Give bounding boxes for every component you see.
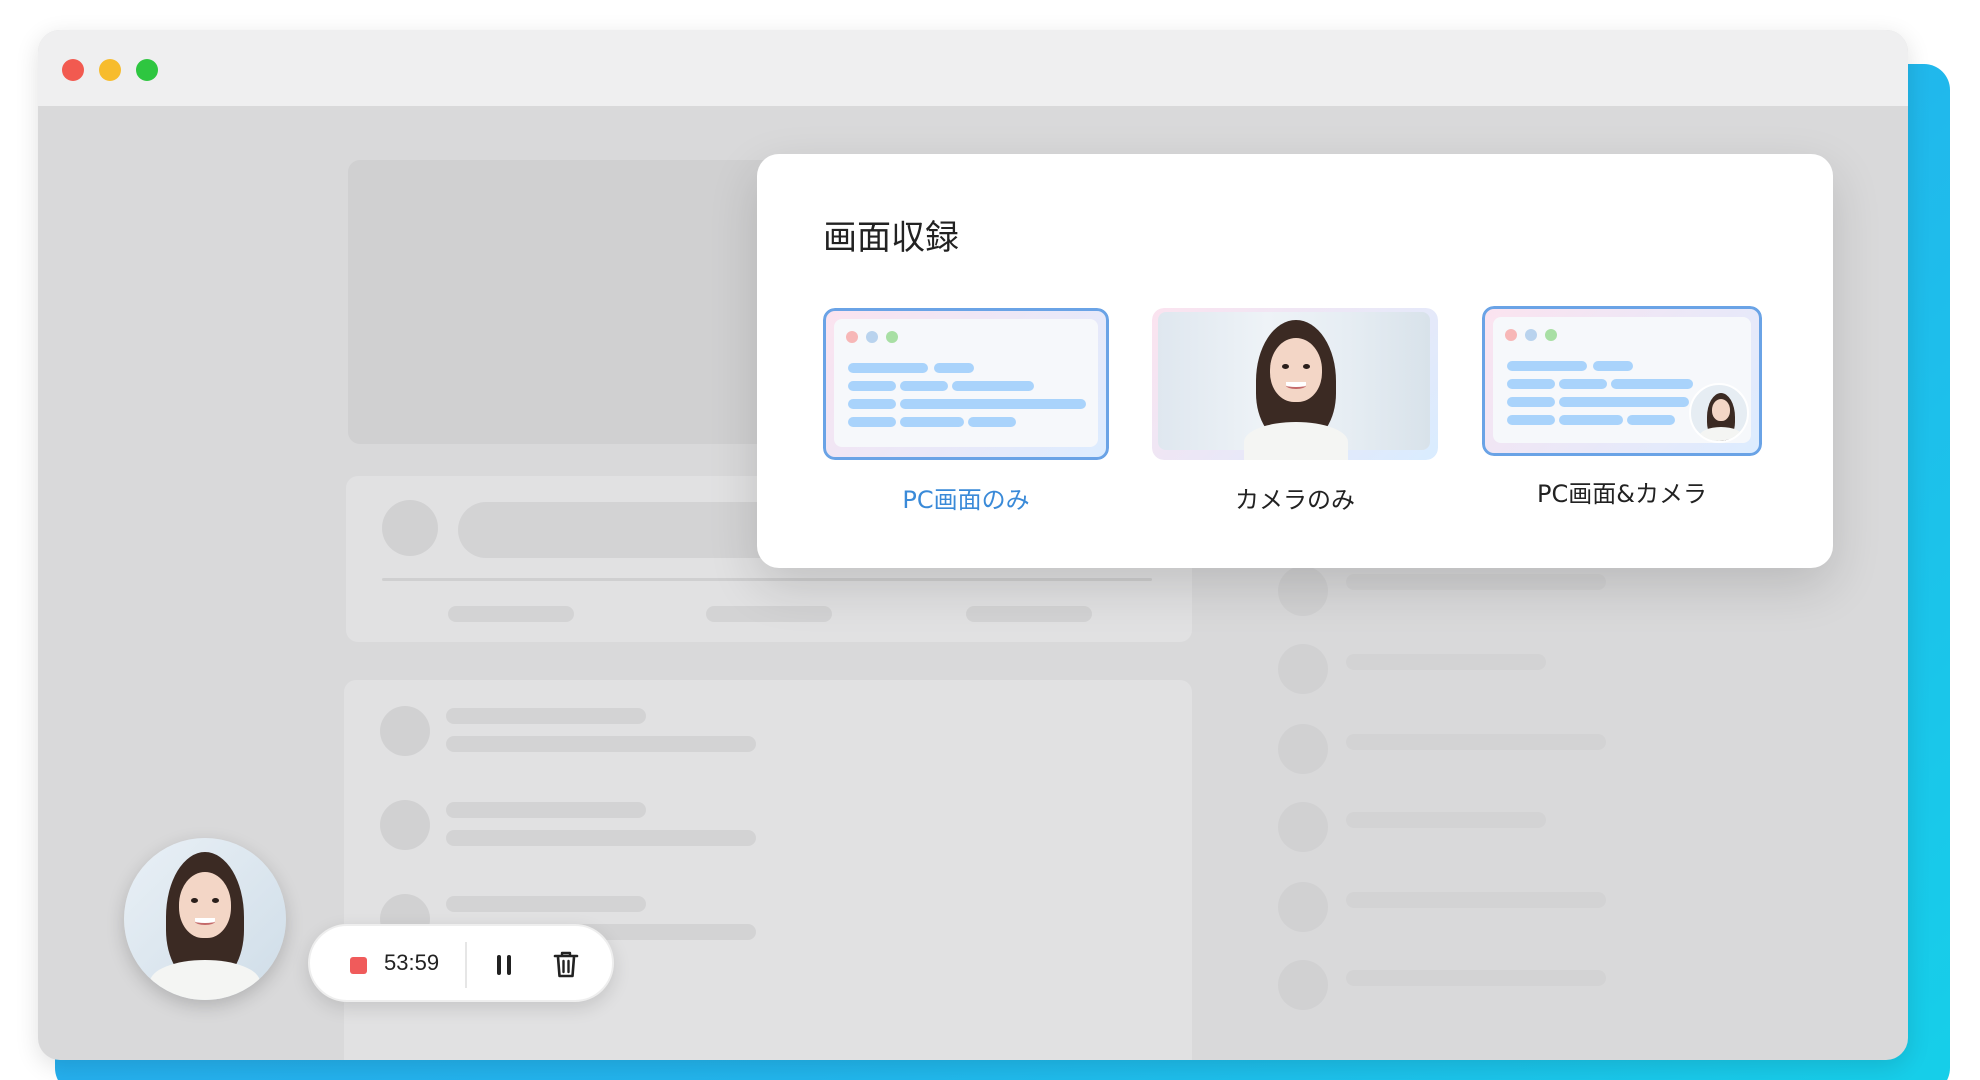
- placeholder-line: [1346, 574, 1606, 590]
- camera-avatar[interactable]: [124, 838, 286, 1000]
- preview-line: [1507, 397, 1555, 407]
- preview-line: [1593, 361, 1633, 371]
- option-label-pc-screen-and-camera[interactable]: PC画面&カメラ: [1472, 474, 1772, 509]
- preview-dot: [1505, 329, 1517, 341]
- placeholder-line: [1346, 734, 1606, 750]
- dialog-title: 画面収録: [823, 218, 959, 258]
- preview-line: [900, 417, 964, 427]
- option-pc-screen-and-camera[interactable]: [1482, 306, 1762, 456]
- maximize-dot[interactable]: [136, 59, 158, 81]
- placeholder-line: [1346, 970, 1606, 986]
- preview-dot: [866, 331, 878, 343]
- option-pc-screen-only[interactable]: [823, 308, 1109, 460]
- preview-line: [1611, 379, 1693, 389]
- option-label-pc-screen-only[interactable]: PC画面のみ: [816, 480, 1116, 515]
- preview-line: [934, 363, 974, 373]
- pause-icon[interactable]: [494, 955, 514, 975]
- placeholder-line: [446, 736, 756, 752]
- placeholder-line: [446, 896, 646, 912]
- placeholder-avatar: [1278, 802, 1328, 852]
- preview-dot: [1545, 329, 1557, 341]
- preview-line: [968, 417, 1016, 427]
- placeholder-avatar: [380, 706, 430, 756]
- preview-line: [848, 417, 896, 427]
- preview-line: [1507, 379, 1555, 389]
- placeholder-divider: [382, 578, 1152, 581]
- person-image: [148, 852, 262, 1000]
- preview-line: [1559, 397, 1689, 407]
- option-label-camera-only[interactable]: カメラのみ: [1145, 480, 1445, 515]
- record-icon[interactable]: [350, 957, 367, 974]
- preview-dot: [1525, 329, 1537, 341]
- placeholder-line: [1346, 654, 1546, 670]
- placeholder-avatar: [1278, 644, 1328, 694]
- option-frame: [1482, 306, 1762, 456]
- preview-line: [1507, 415, 1555, 425]
- preview-dot: [886, 331, 898, 343]
- placeholder-line: [706, 606, 832, 622]
- screen-preview: [834, 319, 1098, 447]
- preview-line: [1627, 415, 1675, 425]
- recording-toolbar: 53:59: [308, 924, 614, 1002]
- placeholder-avatar: [1278, 960, 1328, 1010]
- preview-line: [848, 399, 896, 409]
- placeholder-line: [1346, 892, 1606, 908]
- close-dot[interactable]: [62, 59, 84, 81]
- trash-icon[interactable]: [552, 949, 580, 979]
- placeholder-avatar: [1278, 882, 1328, 932]
- placeholder-line: [966, 606, 1092, 622]
- preview-line: [952, 381, 1034, 391]
- option-camera-only[interactable]: [1152, 308, 1438, 460]
- title-bar: [38, 30, 1908, 106]
- placeholder-avatar: [382, 500, 438, 556]
- camera-preview: [1158, 312, 1430, 460]
- option-frame: [823, 308, 1109, 460]
- screen-recording-dialog: 画面収録 PC画面のみ カメラのみ PC画面&カメラ: [757, 154, 1833, 568]
- placeholder-avatar: [380, 800, 430, 850]
- placeholder-avatar: [1278, 724, 1328, 774]
- screen-preview: [1493, 317, 1751, 443]
- toolbar-divider: [465, 942, 467, 988]
- preview-line: [900, 381, 948, 391]
- person-image: [1236, 320, 1356, 460]
- preview-dot: [846, 331, 858, 343]
- camera-bubble: [1689, 383, 1749, 443]
- placeholder-line: [446, 802, 646, 818]
- placeholder-line: [446, 708, 646, 724]
- preview-line: [848, 381, 896, 391]
- preview-line: [1559, 415, 1623, 425]
- placeholder-avatar: [1278, 566, 1328, 616]
- placeholder-line: [1346, 812, 1546, 828]
- stage: 画面収録 PC画面のみ カメラのみ PC画面&カメラ 53:59: [0, 0, 1980, 1080]
- placeholder-line: [448, 606, 574, 622]
- preview-line: [1559, 379, 1607, 389]
- option-frame: [1152, 308, 1438, 460]
- preview-line: [848, 363, 928, 373]
- preview-line: [1507, 361, 1587, 371]
- preview-line: [900, 399, 1086, 409]
- minimize-dot[interactable]: [99, 59, 121, 81]
- placeholder-line: [446, 830, 756, 846]
- recording-time: 53:59: [384, 950, 440, 975]
